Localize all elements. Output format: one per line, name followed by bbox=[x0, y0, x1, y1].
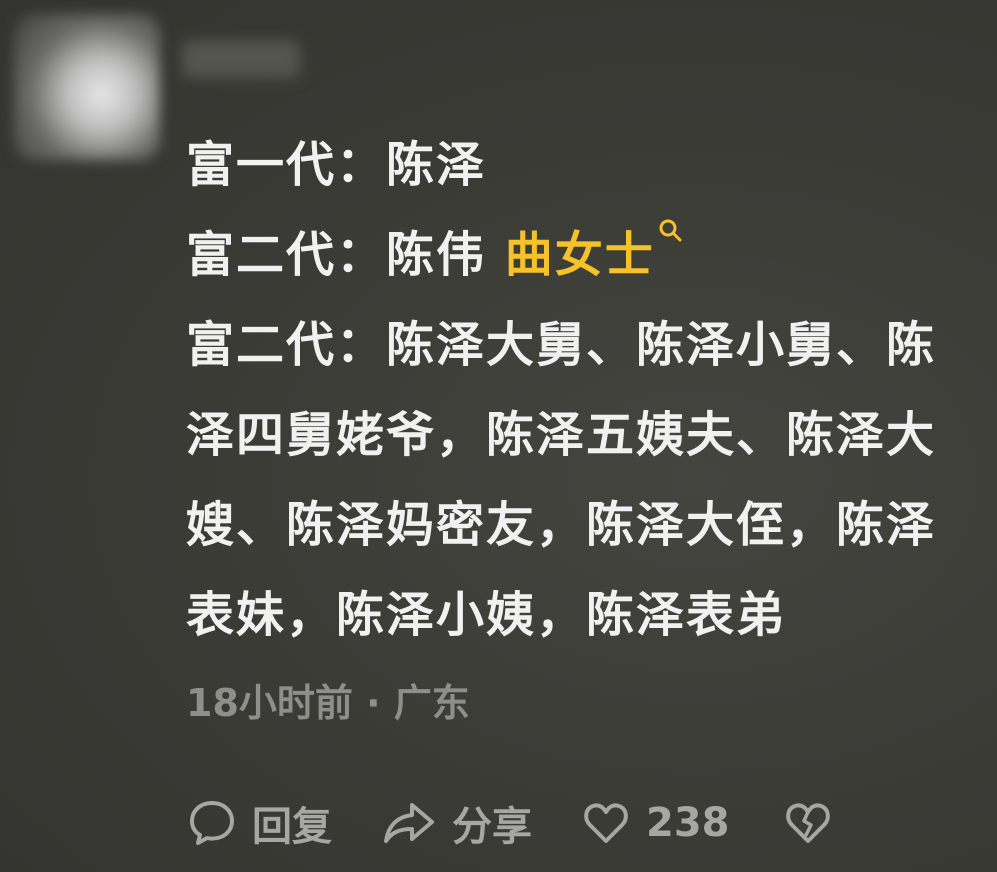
share-label: 分享 bbox=[452, 804, 532, 850]
comment-line: 富二代：陈伟 曲女士 bbox=[186, 210, 986, 300]
comment-line: 富二代：陈泽大舅、陈泽小舅、陈 bbox=[186, 317, 937, 373]
reply-label: 回复 bbox=[252, 804, 332, 850]
comment-text: 富一代：陈泽 富二代：陈伟 曲女士 富二代：陈泽大舅、陈泽小舅、陈 泽四舅姥爷，… bbox=[186, 120, 986, 660]
avatar[interactable] bbox=[14, 14, 160, 160]
share-button[interactable]: 分享 bbox=[380, 794, 532, 852]
search-icon[interactable] bbox=[657, 217, 683, 243]
comment-meta: 18小时前 · 广东 bbox=[186, 681, 470, 725]
like-count: 238 bbox=[646, 800, 730, 846]
comment-bubble-icon bbox=[190, 801, 234, 845]
like-button[interactable]: 238 bbox=[580, 797, 730, 849]
broken-heart-icon bbox=[785, 803, 830, 843]
comment-line: 嫂、陈泽妈密友，陈泽大侄，陈泽 bbox=[186, 497, 937, 553]
reply-button[interactable]: 回复 bbox=[186, 794, 332, 852]
comment-line: 表妹，陈泽小姨，陈泽表弟 bbox=[186, 587, 787, 643]
mention-link[interactable]: 曲女士 bbox=[505, 227, 655, 283]
username[interactable] bbox=[182, 40, 300, 78]
comment-line: 泽四舅姥爷，陈泽五姨夫、陈泽大 bbox=[186, 407, 937, 463]
action-bar: 回复 分享 238 bbox=[186, 790, 834, 856]
dislike-button[interactable] bbox=[782, 797, 834, 849]
heart-icon bbox=[584, 803, 628, 843]
comment-line: 富一代：陈泽 bbox=[186, 137, 487, 193]
share-arrow-icon bbox=[384, 803, 434, 843]
